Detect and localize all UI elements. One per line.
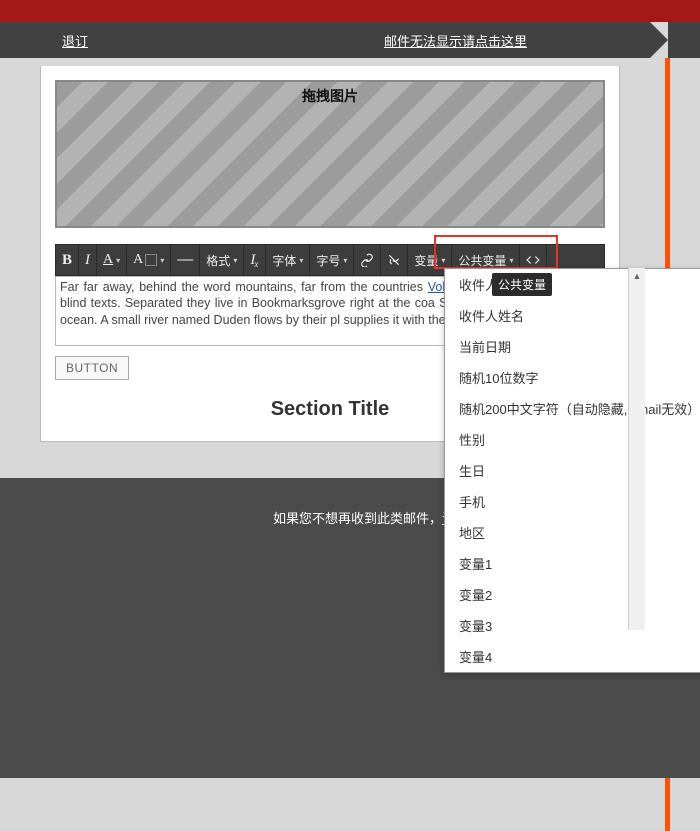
font-color-button[interactable]: A — [97, 245, 127, 275]
unsubscribe-link[interactable]: 退订 — [62, 31, 88, 50]
bold-button[interactable]: B — [56, 245, 79, 275]
menu-item[interactable]: 变量4 — [445, 641, 700, 672]
italic-button[interactable]: I — [79, 245, 97, 275]
hr-button[interactable]: — — [171, 245, 200, 275]
ribbon-notch — [650, 22, 668, 58]
menu-item[interactable]: 收件人地 — [445, 269, 700, 300]
font-family-dropdown[interactable]: 字体 — [266, 245, 310, 275]
top-red-bar — [0, 0, 700, 22]
menu-item[interactable]: 手机 — [445, 486, 700, 517]
menu-item[interactable]: 地区 — [445, 517, 700, 548]
menu-item[interactable]: 变量2 — [445, 579, 700, 610]
menu-item[interactable]: 性别 — [445, 424, 700, 455]
tooltip-public-var: 公共变量 — [492, 273, 552, 296]
link-icon — [360, 253, 374, 267]
footer-text: 如果您不想再收到此类邮件，请 — [273, 508, 455, 527]
cta-button[interactable]: BUTTON — [55, 356, 129, 380]
code-icon — [526, 253, 540, 267]
scroll-up-icon[interactable]: ▲ — [629, 268, 645, 284]
unlink-button[interactable] — [381, 245, 408, 275]
clear-format-button[interactable]: I — [244, 245, 266, 275]
content-area: 如果您不想再收到此类邮件，请 拖拽图片 B I A A — 格式 I 字体 字号… — [0, 58, 700, 831]
bg-color-button[interactable]: A — [127, 245, 171, 275]
menu-item[interactable]: 变量1 — [445, 548, 700, 579]
unlink-icon — [387, 253, 401, 267]
menu-item[interactable]: 收件人姓名 — [445, 300, 700, 331]
menu-item[interactable]: 随机10位数字 — [445, 362, 700, 393]
menu-item[interactable]: 当前日期 — [445, 331, 700, 362]
public-variable-menu: 收件人地收件人姓名当前日期随机10位数字随机200中文字符（自动隐藏,Gmail… — [444, 268, 700, 673]
image-dropzone-label: 拖拽图片 — [57, 86, 603, 106]
image-dropzone[interactable]: 拖拽图片 — [55, 80, 605, 228]
menu-item[interactable]: 生日 — [445, 455, 700, 486]
dropdown-scrollbar[interactable]: ▲ — [628, 268, 645, 630]
menu-item[interactable]: 变量3 — [445, 610, 700, 641]
header-ribbon: 退订 邮件无法显示请点击这里 — [0, 22, 700, 58]
link-button[interactable] — [354, 245, 381, 275]
view-online-link[interactable]: 邮件无法显示请点击这里 — [384, 31, 527, 50]
font-size-dropdown[interactable]: 字号 — [310, 245, 354, 275]
menu-item[interactable]: 随机200中文字符（自动隐藏,Gmail无效） — [445, 393, 700, 424]
format-dropdown[interactable]: 格式 — [200, 245, 244, 275]
